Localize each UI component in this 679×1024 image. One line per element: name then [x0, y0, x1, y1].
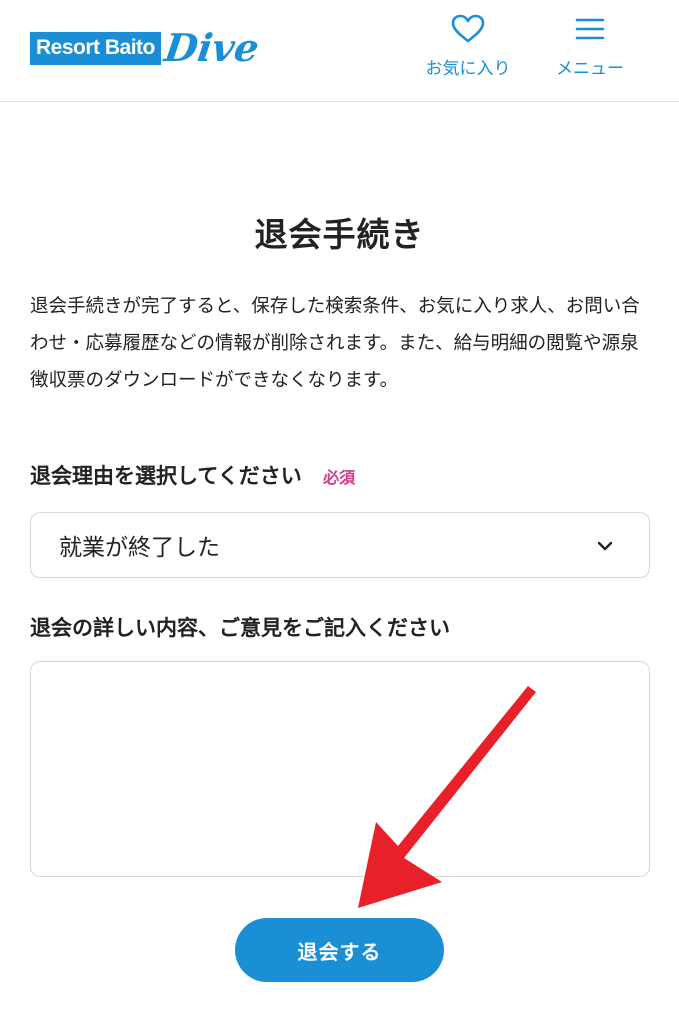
- chevron-down-icon: [597, 537, 613, 556]
- reason-label: 退会理由を選択してください 必須: [30, 460, 355, 490]
- withdraw-button[interactable]: 退会する: [235, 918, 444, 982]
- hamburger-menu-icon: [575, 14, 605, 48]
- site-header: Resort Baito Dive お気に入り メニュー: [0, 0, 679, 102]
- reason-select-value: 就業が終了した: [59, 535, 220, 561]
- favorites-button[interactable]: お気に入り: [418, 14, 518, 79]
- logo-script: Dive: [161, 25, 262, 70]
- reason-select[interactable]: 就業が終了した: [30, 512, 650, 578]
- detail-label: 退会の詳しい内容、ご意見をご記入ください: [30, 616, 450, 640]
- reason-label-text: 退会理由を選択してください: [30, 464, 302, 488]
- site-logo[interactable]: Resort Baito Dive: [30, 24, 262, 72]
- favorites-label: お気に入り: [425, 59, 511, 79]
- page-title: 退会手続き: [254, 215, 425, 254]
- heart-icon: [451, 14, 485, 48]
- logo-text: Resort Baito: [30, 31, 161, 65]
- withdrawal-description: 退会手続きが完了すると、保存した検索条件、お気に入り求人、お問い合わせ・応募履歴…: [30, 296, 640, 391]
- required-badge: 必須: [323, 468, 356, 487]
- menu-button[interactable]: メニュー: [546, 14, 634, 79]
- menu-label: メニュー: [556, 59, 624, 79]
- detail-textarea[interactable]: [30, 661, 650, 877]
